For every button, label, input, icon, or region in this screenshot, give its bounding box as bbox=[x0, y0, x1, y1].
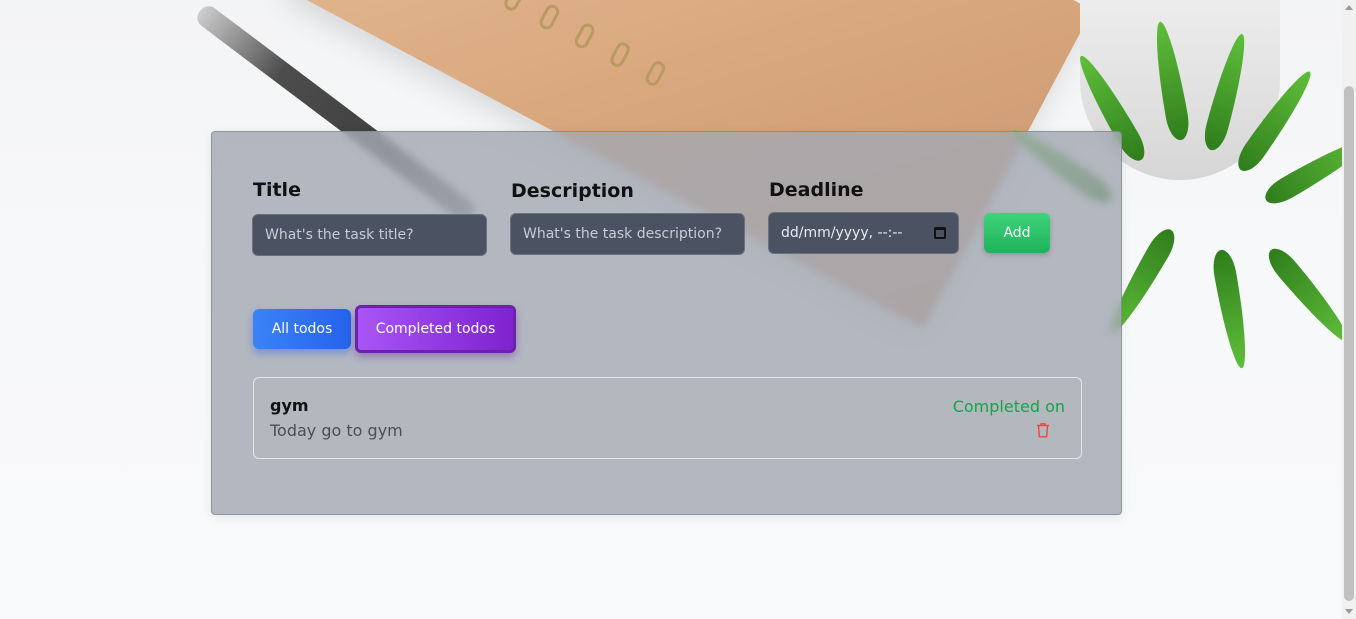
description-label: Description bbox=[511, 180, 634, 202]
leaf-decoration bbox=[1231, 65, 1319, 177]
ring-decoration bbox=[607, 39, 633, 70]
ring-decoration bbox=[572, 21, 598, 51]
deadline-placeholder: dd/mm/yyyy, --:-- bbox=[781, 225, 903, 241]
leaf-decoration bbox=[1149, 19, 1192, 142]
list-item: gym Today go to gym Completed on bbox=[253, 377, 1082, 459]
todo-title: gym bbox=[270, 396, 309, 415]
calendar-icon[interactable] bbox=[934, 227, 946, 239]
ring-decoration bbox=[643, 58, 668, 89]
deadline-label: Deadline bbox=[769, 179, 864, 201]
leaf-decoration bbox=[1262, 242, 1342, 349]
scroll-down-icon[interactable] bbox=[1345, 609, 1353, 614]
tab-all-todos[interactable]: All todos bbox=[253, 309, 351, 349]
scrollbar-thumb[interactable] bbox=[1344, 86, 1354, 601]
title-label: Title bbox=[253, 179, 301, 201]
todo-description: Today go to gym bbox=[270, 421, 403, 440]
todo-card: Title Description Deadline dd/mm/yyyy, -… bbox=[211, 131, 1122, 515]
ring-decoration bbox=[537, 2, 562, 32]
todo-status: Completed on bbox=[952, 397, 1065, 416]
add-button[interactable]: Add bbox=[984, 213, 1050, 253]
trash-icon[interactable] bbox=[1036, 422, 1050, 438]
deadline-input[interactable]: dd/mm/yyyy, --:-- bbox=[768, 212, 959, 254]
scroll-up-icon[interactable] bbox=[1345, 5, 1353, 10]
description-input[interactable] bbox=[510, 213, 745, 255]
title-input[interactable] bbox=[252, 214, 487, 256]
page-scrollbar[interactable] bbox=[1342, 0, 1356, 619]
leaf-decoration bbox=[1200, 31, 1253, 153]
leaf-decoration bbox=[1210, 248, 1253, 371]
ring-decoration bbox=[501, 0, 527, 14]
tab-completed-todos[interactable]: Completed todos bbox=[355, 305, 516, 353]
